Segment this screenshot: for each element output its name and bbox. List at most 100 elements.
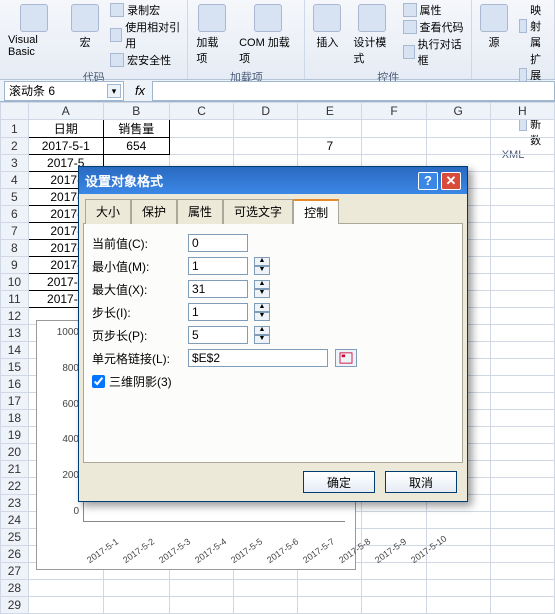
cell[interactable] <box>103 580 169 597</box>
max-input[interactable] <box>188 280 248 298</box>
ref-select-button[interactable] <box>335 349 357 367</box>
col-header[interactable]: C <box>169 103 233 120</box>
record-macro-button[interactable]: 录制宏 <box>107 2 183 18</box>
cell[interactable] <box>490 274 554 291</box>
row-header[interactable]: 11 <box>1 291 29 308</box>
cell[interactable] <box>169 120 233 138</box>
cell[interactable] <box>169 580 233 597</box>
dialog-help-button[interactable]: ? <box>418 172 438 190</box>
cell[interactable] <box>490 342 554 359</box>
row-header[interactable]: 27 <box>1 563 29 580</box>
cell[interactable] <box>490 478 554 495</box>
cell[interactable] <box>490 410 554 427</box>
dialog-tab[interactable]: 属性 <box>177 199 223 224</box>
cell[interactable] <box>362 138 426 155</box>
page-spinner[interactable]: ▲▼ <box>254 326 270 344</box>
dialog-tab[interactable]: 保护 <box>131 199 177 224</box>
cell[interactable] <box>490 240 554 257</box>
dialog-titlebar[interactable]: 设置对象格式 ? ✕ <box>79 167 467 194</box>
cell[interactable] <box>362 120 426 138</box>
name-box-dropdown[interactable]: ▾ <box>107 84 121 98</box>
row-header[interactable]: 4 <box>1 172 29 189</box>
row-header[interactable]: 16 <box>1 376 29 393</box>
design-mode-button[interactable]: 设计模式 <box>349 2 395 68</box>
fx-icon[interactable]: fx <box>128 83 152 98</box>
row-header[interactable]: 3 <box>1 155 29 172</box>
cell[interactable] <box>426 580 490 597</box>
cell[interactable]: 日期 <box>28 120 103 138</box>
cell[interactable] <box>362 580 426 597</box>
row-header[interactable]: 9 <box>1 257 29 274</box>
cell[interactable] <box>490 563 554 580</box>
col-header[interactable]: B <box>103 103 169 120</box>
dialog-tab[interactable]: 可选文字 <box>223 199 293 224</box>
cell[interactable] <box>490 155 554 172</box>
view-code-button[interactable]: 查看代码 <box>400 19 468 35</box>
com-addins-button[interactable]: COM 加载项 <box>235 2 300 68</box>
corner-cell[interactable] <box>1 103 29 120</box>
cell[interactable] <box>234 138 298 155</box>
row-header[interactable]: 14 <box>1 342 29 359</box>
cell[interactable] <box>426 597 490 614</box>
cell[interactable] <box>298 120 362 138</box>
cell[interactable] <box>490 308 554 325</box>
page-input[interactable] <box>188 326 248 344</box>
cell[interactable] <box>426 120 490 138</box>
col-header[interactable]: F <box>362 103 426 120</box>
cell[interactable] <box>298 580 362 597</box>
vb-button[interactable]: Visual Basic <box>4 2 63 60</box>
cell[interactable] <box>490 495 554 512</box>
insert-control-button[interactable]: 插入 <box>309 2 345 52</box>
cell[interactable] <box>490 189 554 206</box>
row-header[interactable]: 18 <box>1 410 29 427</box>
max-spinner[interactable]: ▲▼ <box>254 280 270 298</box>
macro-security-button[interactable]: 宏安全性 <box>107 52 183 68</box>
current-input[interactable] <box>188 234 248 252</box>
cell[interactable] <box>234 597 298 614</box>
step-input[interactable] <box>188 303 248 321</box>
col-header[interactable]: H <box>490 103 554 120</box>
macro-button[interactable]: 宏 <box>67 2 103 52</box>
row-header[interactable]: 15 <box>1 359 29 376</box>
cell[interactable] <box>426 563 490 580</box>
cell[interactable] <box>234 120 298 138</box>
cell[interactable] <box>234 580 298 597</box>
row-header[interactable]: 21 <box>1 461 29 478</box>
min-spinner[interactable]: ▲▼ <box>254 257 270 275</box>
cell[interactable]: 654 <box>103 138 169 155</box>
cell[interactable] <box>490 257 554 274</box>
cell[interactable] <box>490 206 554 223</box>
cell[interactable]: 7 <box>298 138 362 155</box>
row-header[interactable]: 29 <box>1 597 29 614</box>
cell[interactable] <box>169 597 233 614</box>
cell[interactable] <box>362 563 426 580</box>
dialog-tab[interactable]: 大小 <box>85 199 131 224</box>
row-header[interactable]: 23 <box>1 495 29 512</box>
cancel-button[interactable]: 取消 <box>385 471 457 493</box>
cell[interactable] <box>490 120 554 138</box>
row-header[interactable]: 25 <box>1 529 29 546</box>
cell[interactable] <box>490 444 554 461</box>
cell[interactable] <box>490 138 554 155</box>
cell[interactable] <box>490 546 554 563</box>
row-header[interactable]: 24 <box>1 512 29 529</box>
cell[interactable] <box>490 223 554 240</box>
cell[interactable] <box>490 393 554 410</box>
link-input[interactable] <box>188 349 328 367</box>
row-header[interactable]: 5 <box>1 189 29 206</box>
row-header[interactable]: 20 <box>1 444 29 461</box>
cell[interactable] <box>490 529 554 546</box>
cell[interactable] <box>490 376 554 393</box>
row-header[interactable]: 28 <box>1 580 29 597</box>
row-header[interactable]: 2 <box>1 138 29 155</box>
col-header[interactable]: G <box>426 103 490 120</box>
cell[interactable] <box>490 325 554 342</box>
cell[interactable] <box>362 597 426 614</box>
cell[interactable] <box>490 291 554 308</box>
cell[interactable] <box>362 512 426 529</box>
row-header[interactable]: 19 <box>1 427 29 444</box>
row-header[interactable]: 10 <box>1 274 29 291</box>
row-header[interactable]: 1 <box>1 120 29 138</box>
cell[interactable] <box>490 359 554 376</box>
row-header[interactable]: 12 <box>1 308 29 325</box>
